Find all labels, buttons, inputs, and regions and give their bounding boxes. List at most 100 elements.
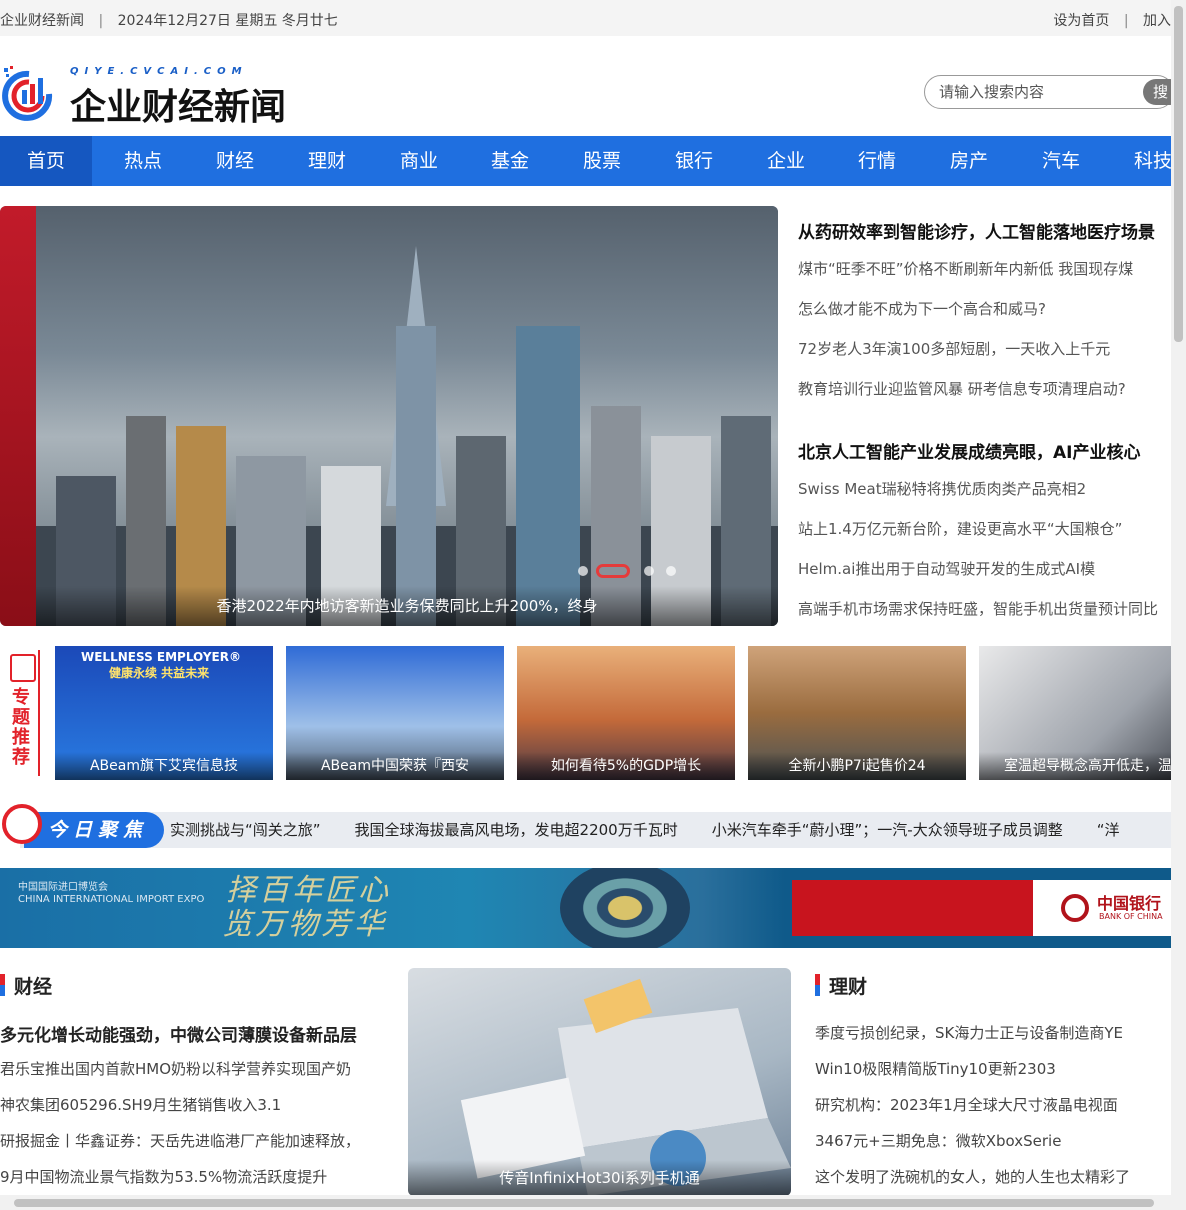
finance-lead-article[interactable]: 多元化增长动能强劲，中微公司薄膜设备新品层 bbox=[0, 1021, 357, 1046]
previous-slide-peek[interactable] bbox=[0, 206, 36, 626]
logo-title-text: 企业财经新闻 bbox=[70, 86, 287, 128]
headline-item[interactable]: 怎么做才能不成为下一个高合和威马? bbox=[798, 298, 1046, 319]
headline-item[interactable]: 72岁老人3年演100多部短剧，一天收入上千元 bbox=[798, 338, 1110, 359]
nav-item-hot[interactable]: 热点 bbox=[97, 136, 189, 186]
list-item[interactable]: 3467元+三期免息：微软XboxSerie bbox=[815, 1130, 1061, 1151]
vertical-scrollbar-thumb[interactable] bbox=[1174, 6, 1183, 342]
vertical-scrollbar[interactable] bbox=[1171, 0, 1186, 1210]
document-icon bbox=[10, 654, 36, 682]
featured-article-caption: 传音InfinixHot30i系列手机通 bbox=[408, 1160, 791, 1196]
ticker-item[interactable]: 我国全球海拔最高风电场，发电超2200万千瓦时 bbox=[355, 821, 678, 839]
topic-card[interactable]: 全新小鹏P7i起售价24 bbox=[748, 646, 966, 780]
ticker-item[interactable]: 实测挑战与“闯关之旅” bbox=[170, 821, 321, 839]
decorative-medallion bbox=[560, 868, 690, 948]
headline-item[interactable]: Swiss Meat瑞秘特将携优质肉类产品亮相2 bbox=[798, 478, 1086, 499]
ticker-item[interactable]: 小米汽车牵手“蔚小理”；一汽-大众领导班子成员调整 bbox=[712, 821, 1063, 839]
top-separator: | bbox=[98, 13, 104, 29]
carousel-indicators bbox=[578, 564, 678, 580]
topic-card[interactable]: ABeam中国荣获『西安 bbox=[286, 646, 504, 780]
topic-label-text: 专题推荐 bbox=[12, 687, 30, 768]
nav-item-realestate[interactable]: 房产 bbox=[923, 136, 1015, 186]
headline-item[interactable]: 煤市“旺季不旺”价格不断刷新年内新低 我国现存煤 bbox=[798, 258, 1133, 279]
set-home-link[interactable]: 设为首页 bbox=[1053, 13, 1109, 29]
list-item[interactable]: 研报掘金丨华鑫证券：天岳先进临港厂产能加速释放， bbox=[0, 1130, 360, 1151]
main-nav: 首页 热点 财经 理财 商业 基金 股票 银行 企业 行情 房产 汽车 科技 bbox=[0, 136, 1171, 186]
top-bar-left: 企业财经新闻 | 2024年12月27日 星期五 冬月廿七 bbox=[0, 10, 338, 30]
nav-item-business[interactable]: 商业 bbox=[373, 136, 465, 186]
search-input[interactable] bbox=[939, 82, 1129, 102]
search-box: 搜 bbox=[924, 75, 1183, 109]
horizontal-scrollbar[interactable] bbox=[0, 1195, 1171, 1210]
topic-card-subline: 健康永续 共益未来 bbox=[109, 666, 210, 680]
topic-card-caption: 室温超导概念高开低走，温 bbox=[979, 752, 1171, 780]
focus-ticker: 实测挑战与“闯关之旅” 我国全球海拔最高风电场，发电超2200万千瓦时 小米汽车牵手… bbox=[170, 812, 1153, 848]
list-item[interactable]: 君乐宝推出国内首款HMO奶粉以科学营养实现国产奶 bbox=[0, 1058, 351, 1079]
bank-name-en: BANK OF CHINA bbox=[1099, 912, 1163, 921]
nav-item-fund[interactable]: 基金 bbox=[464, 136, 556, 186]
nav-item-enterprise[interactable]: 企业 bbox=[740, 136, 832, 186]
carousel-dot[interactable] bbox=[578, 566, 588, 576]
focus-label: 今日聚焦 bbox=[24, 812, 164, 848]
finance-section-title[interactable]: 财经 bbox=[0, 972, 52, 999]
topic-card[interactable]: 室温超导概念高开低走，温 bbox=[979, 646, 1171, 780]
nav-item-market[interactable]: 行情 bbox=[831, 136, 923, 186]
site-logo[interactable]: QIYE.CVCAI.COM 企业财经新闻 bbox=[0, 62, 300, 132]
site-name[interactable]: 企业财经新闻 bbox=[0, 13, 84, 29]
current-date: 2024年12月27日 星期五 冬月廿七 bbox=[117, 13, 338, 29]
logo-emblem-icon bbox=[2, 66, 53, 121]
ticker-item[interactable]: “洋 bbox=[1097, 821, 1120, 839]
headline-item[interactable]: 站上1.4万亿元新台阶，建设更高水平“大国粮仓” bbox=[798, 518, 1122, 539]
nav-item-wealth[interactable]: 理财 bbox=[281, 136, 373, 186]
topic-card-caption: ABeam旗下艾宾信息技 bbox=[55, 752, 273, 780]
list-item[interactable]: 神农集团605296.SH9月生猪销售收入3.1 bbox=[0, 1094, 281, 1115]
headline-item[interactable]: Helm.ai推出用于自动驾驶开发的生成式AI模 bbox=[798, 558, 1095, 579]
headline-item[interactable]: 教育培训行业迎监管风暴 研考信息专项清理启动? bbox=[798, 378, 1126, 399]
bank-name: 中国银行 bbox=[1097, 894, 1162, 913]
today-focus: 今日聚焦 实测挑战与“闯关之旅” 我国全球海拔最高风电场，发电超2200万千瓦时 小… bbox=[0, 800, 1171, 848]
topic-recommendations: 专题推荐 WELLNESS EMPLOYER® 健康永续 共益未来 ABeam旗… bbox=[0, 646, 1171, 780]
list-item[interactable]: 这个发明了洗碗机的女人，她的人生也太精彩了 bbox=[815, 1166, 1130, 1187]
logo-domain-text: QIYE.CVCAI.COM bbox=[70, 66, 248, 77]
headline-lead-1[interactable]: 从药研效率到智能诊疗，人工智能落地医疗场景 bbox=[798, 218, 1155, 243]
banner-slogan-line: 览万物芳华 bbox=[222, 907, 387, 942]
top-separator-right: | bbox=[1123, 13, 1129, 29]
carousel-dot[interactable] bbox=[644, 566, 654, 576]
add-favorite-link[interactable]: 加入 bbox=[1143, 13, 1171, 29]
carousel-dot-active[interactable] bbox=[596, 564, 630, 578]
nav-item-auto[interactable]: 汽车 bbox=[1015, 136, 1107, 186]
topic-label: 专题推荐 bbox=[6, 650, 40, 776]
list-item[interactable]: 9月中国物流业景气指数为53.5%物流活跃度提升 bbox=[0, 1166, 327, 1187]
topic-card-caption: 全新小鹏P7i起售价24 bbox=[748, 752, 966, 780]
topic-card[interactable]: 如何看待5%的GDP增长 bbox=[517, 646, 735, 780]
top-bar: 企业财经新闻 | 2024年12月27日 星期五 冬月廿七 设为首页 | 加入 bbox=[0, 0, 1171, 36]
cie-name: 中国国际进口博览会 bbox=[18, 882, 108, 893]
clock-icon bbox=[2, 804, 42, 844]
topic-card-headline: WELLNESS EMPLOYER® bbox=[81, 650, 241, 664]
hero-caption[interactable]: 香港2022年内地访客新造业务保费同比上升200%，终身 bbox=[36, 586, 778, 626]
topic-card-caption: 如何看待5%的GDP增长 bbox=[517, 752, 735, 780]
featured-article-image[interactable]: 传音InfinixHot30i系列手机通 bbox=[408, 968, 791, 1196]
list-item[interactable]: Win10极限精简版Tiny10更新2303 bbox=[815, 1058, 1056, 1079]
nav-item-tech[interactable]: 科技 bbox=[1107, 136, 1171, 186]
bank-of-china-logo: 中国银行 BANK OF CHINA bbox=[1033, 880, 1171, 936]
nav-item-bank[interactable]: 银行 bbox=[648, 136, 740, 186]
headline-item[interactable]: 高端手机市场需求保持旺盛，智能手机出货量预计同比 bbox=[798, 598, 1158, 619]
headline-list: 从药研效率到智能诊疗，人工智能落地医疗场景 煤市“旺季不旺”价格不断刷新年内新低… bbox=[798, 206, 1186, 626]
nav-item-home[interactable]: 首页 bbox=[0, 136, 92, 186]
nav-item-finance[interactable]: 财经 bbox=[189, 136, 281, 186]
list-item[interactable]: 研究机构：2023年1月全球大尺寸液晶电视面 bbox=[815, 1094, 1118, 1115]
banner-slogan-line: 择百年匠心 bbox=[226, 873, 391, 908]
list-item[interactable]: 季度亏损创纪录，SK海力士正与设备制造商YE bbox=[815, 1022, 1123, 1043]
cie-partner-text: 中国国际进口博览会 CHINA INTERNATIONAL IMPORT EXP… bbox=[18, 882, 204, 906]
hero-carousel[interactable]: 香港2022年内地访客新造业务保费同比上升200%，终身 bbox=[0, 206, 778, 626]
hero-skyline-image bbox=[36, 246, 778, 626]
top-bar-right: 设为首页 | 加入 bbox=[1053, 10, 1171, 30]
banner-slogan: 择百年匠心 览万物芳华 bbox=[222, 873, 391, 942]
headline-lead-2[interactable]: 北京人工智能产业发展成绩亮眼，AI产业核心 bbox=[798, 438, 1140, 463]
wealth-section-title[interactable]: 理财 bbox=[815, 972, 867, 999]
nav-item-stock[interactable]: 股票 bbox=[556, 136, 648, 186]
topic-card[interactable]: WELLNESS EMPLOYER® 健康永续 共益未来 ABeam旗下艾宾信息… bbox=[55, 646, 273, 780]
horizontal-scrollbar-thumb[interactable] bbox=[14, 1199, 1154, 1207]
ad-banner[interactable]: 中国国际进口博览会 CHINA INTERNATIONAL IMPORT EXP… bbox=[0, 868, 1171, 948]
carousel-dot[interactable] bbox=[666, 566, 676, 576]
